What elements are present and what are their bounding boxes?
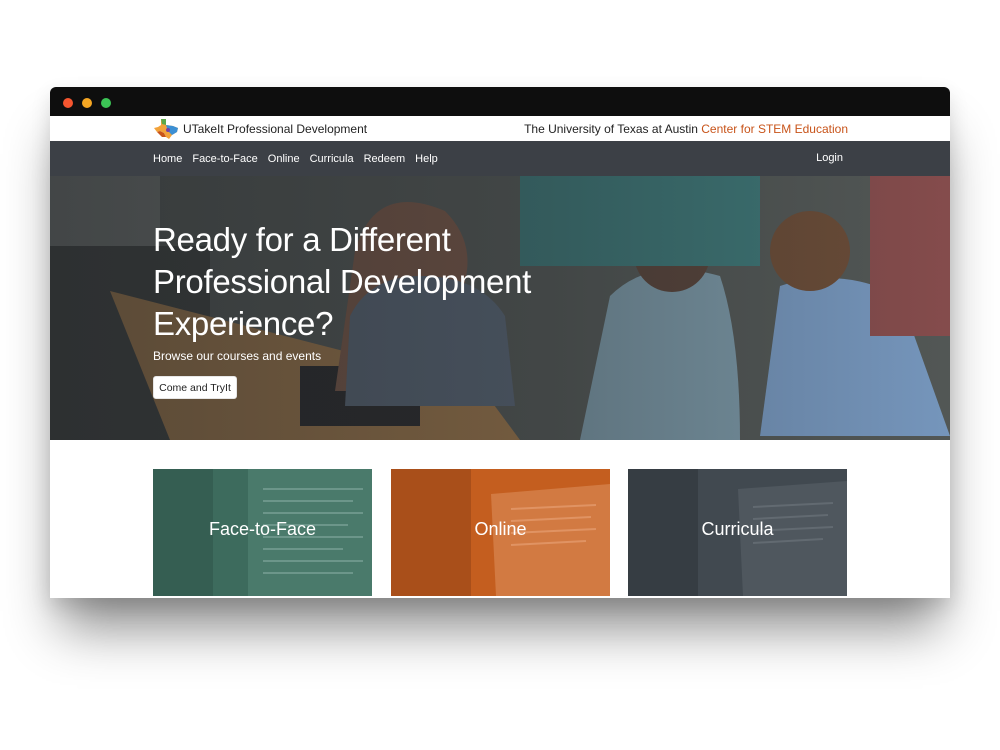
university-line: The University of Texas at Austin Center… <box>524 122 848 136</box>
come-and-tryit-button[interactable]: Come and TryIt <box>153 376 237 399</box>
university-name[interactable]: The University of Texas at Austin <box>524 122 698 136</box>
nav-links: Home Face-to-Face Online Curricula Redee… <box>153 141 448 176</box>
card-online[interactable]: Online <box>391 469 610 596</box>
minimize-window-button[interactable] <box>82 98 92 108</box>
nav-face-to-face[interactable]: Face-to-Face <box>192 153 257 165</box>
center-link[interactable]: Center for STEM Education <box>701 122 848 136</box>
nav-online[interactable]: Online <box>268 153 300 165</box>
hero-subtitle: Browse our courses and events <box>153 349 322 363</box>
card-label: Curricula <box>701 518 774 539</box>
login-link[interactable]: Login <box>816 152 843 164</box>
browser-window: UTakeIt Professional Development The Uni… <box>50 87 950 598</box>
nav-help[interactable]: Help <box>415 153 438 165</box>
card-label: Online <box>474 518 527 539</box>
hero-banner: Ready for a Different Professional Devel… <box>50 176 950 440</box>
texas-map-logo-icon <box>154 119 178 139</box>
close-window-button[interactable] <box>63 98 73 108</box>
brand-link[interactable]: UTakeIt Professional Development <box>153 118 367 140</box>
card-face-to-face[interactable]: Face-to-Face <box>153 469 372 596</box>
maximize-window-button[interactable] <box>101 98 111 108</box>
hero-title: Ready for a Different Professional Devel… <box>153 219 573 345</box>
window-chrome <box>50 87 950 116</box>
brand-name: UTakeIt Professional Development <box>183 122 368 136</box>
main-navbar: Home Face-to-Face Online Curricula Redee… <box>50 141 950 176</box>
nav-curricula[interactable]: Curricula <box>310 153 354 165</box>
site-topbar: UTakeIt Professional Development The Uni… <box>50 116 950 141</box>
hero-title-line: Experience? <box>153 305 334 342</box>
nav-redeem[interactable]: Redeem <box>364 153 406 165</box>
nav-home[interactable]: Home <box>153 153 182 165</box>
hero-title-line: Professional Development <box>153 263 532 300</box>
card-label: Face-to-Face <box>208 518 317 539</box>
hero-title-line: Ready for a Different <box>153 221 451 258</box>
card-curricula[interactable]: Curricula <box>628 469 847 596</box>
